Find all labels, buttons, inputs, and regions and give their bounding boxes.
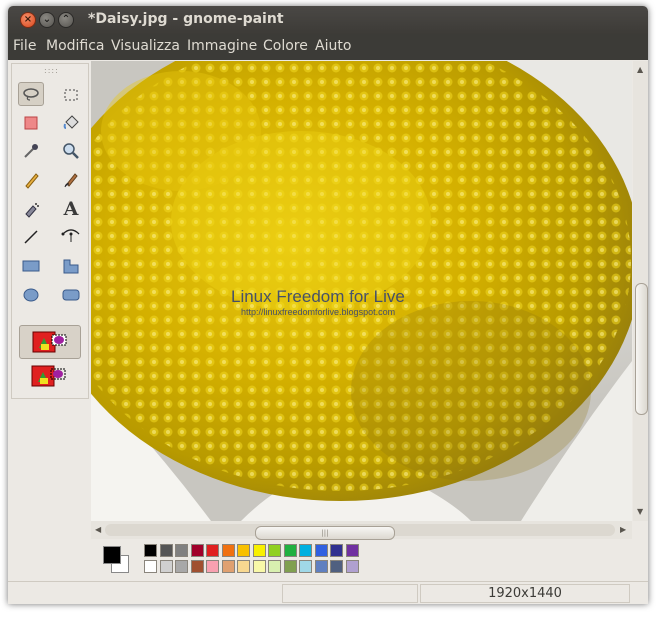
color-swatch[interactable] bbox=[159, 544, 173, 557]
color-swatch[interactable] bbox=[159, 560, 173, 573]
shape-fill-option[interactable] bbox=[19, 360, 79, 392]
color-swatch[interactable] bbox=[345, 560, 359, 573]
color-swatch[interactable] bbox=[237, 544, 250, 557]
color-palette bbox=[98, 541, 398, 579]
color-swatch[interactable] bbox=[206, 544, 219, 557]
watermark-title: Linux Freedom for Live bbox=[231, 287, 405, 306]
menu-modifica[interactable]: Modifica bbox=[46, 38, 105, 54]
rect-select-icon[interactable] bbox=[58, 83, 84, 107]
maximize-icon[interactable]: ⌃ bbox=[58, 12, 74, 28]
color-swatch[interactable] bbox=[330, 544, 343, 557]
color-swatch[interactable] bbox=[144, 560, 157, 573]
menu-immagine[interactable]: Immagine bbox=[187, 38, 257, 54]
color-swatch[interactable] bbox=[299, 560, 312, 573]
ellipse-icon[interactable] bbox=[18, 283, 44, 307]
color-swatch[interactable] bbox=[206, 560, 219, 573]
horizontal-scrollbar[interactable]: ◀ ||| ▶ bbox=[91, 521, 632, 540]
scroll-right-icon[interactable]: ▶ bbox=[620, 525, 626, 534]
color-swatch[interactable] bbox=[283, 560, 297, 573]
color-swatch[interactable] bbox=[314, 560, 328, 573]
pencil-icon[interactable] bbox=[18, 168, 44, 192]
color-picker-icon[interactable] bbox=[18, 139, 44, 163]
title-bar[interactable]: × ⌄ ⌃ *Daisy.jpg - gnome-paint bbox=[8, 6, 648, 34]
color-swatch[interactable] bbox=[330, 560, 343, 573]
color-swatch[interactable] bbox=[237, 560, 250, 573]
scroll-down-icon[interactable]: ▼ bbox=[637, 507, 643, 516]
color-swatch[interactable] bbox=[299, 544, 312, 557]
color-swatch[interactable] bbox=[175, 560, 188, 573]
menu-visualizza[interactable]: Visualizza bbox=[111, 38, 180, 54]
eraser-icon[interactable] bbox=[18, 111, 44, 135]
color-swatch[interactable] bbox=[190, 560, 204, 573]
color-swatch[interactable] bbox=[268, 544, 281, 557]
color-swatch[interactable] bbox=[283, 544, 297, 557]
color-swatch[interactable] bbox=[221, 544, 235, 557]
vertical-scrollbar[interactable]: ▲ ▼ bbox=[633, 61, 648, 521]
image-dimensions: 1920x1440 bbox=[420, 584, 630, 603]
toolbox-grip[interactable]: :::: bbox=[44, 66, 59, 75]
vertical-scroll-thumb[interactable] bbox=[635, 283, 648, 415]
horizontal-scroll-track[interactable]: ||| bbox=[105, 524, 615, 540]
zoom-icon[interactable] bbox=[58, 139, 84, 163]
fill-bucket-icon[interactable] bbox=[58, 111, 84, 135]
color-swatch[interactable] bbox=[314, 544, 328, 557]
color-swatch[interactable] bbox=[252, 544, 266, 557]
toolbox: :::: A bbox=[11, 63, 89, 399]
color-swatch[interactable] bbox=[252, 560, 266, 573]
menu-aiuto[interactable]: Aiuto bbox=[315, 38, 351, 54]
menu-file[interactable]: File bbox=[13, 38, 36, 54]
rounded-rect-icon[interactable] bbox=[58, 283, 84, 307]
foreground-color[interactable] bbox=[103, 546, 121, 564]
window-title: *Daisy.jpg - gnome-paint bbox=[88, 11, 284, 27]
color-swatch[interactable] bbox=[268, 560, 281, 573]
shape-outline-fill-option[interactable] bbox=[19, 325, 81, 359]
line-icon[interactable] bbox=[18, 225, 44, 249]
curve-icon[interactable] bbox=[58, 225, 84, 249]
airbrush-icon[interactable] bbox=[18, 197, 44, 221]
menu-bar: File Modifica Visualizza Immagine Colore… bbox=[8, 34, 648, 60]
watermark-url: http://linuxfreedomforlive.blogspot.com bbox=[241, 307, 396, 317]
color-swatch[interactable] bbox=[175, 544, 188, 557]
polygon-icon[interactable] bbox=[58, 254, 84, 278]
color-swatch[interactable] bbox=[144, 544, 157, 557]
color-swatch[interactable] bbox=[221, 560, 235, 573]
paintbrush-icon[interactable] bbox=[58, 168, 84, 192]
horizontal-scroll-thumb[interactable]: ||| bbox=[255, 526, 395, 540]
color-swatch[interactable] bbox=[190, 544, 204, 557]
status-bar: 1920x1440 bbox=[8, 581, 648, 604]
menu-colore[interactable]: Colore bbox=[263, 38, 308, 54]
scroll-up-icon[interactable]: ▲ bbox=[637, 65, 643, 74]
rectangle-icon[interactable] bbox=[18, 254, 44, 278]
app-window: × ⌄ ⌃ *Daisy.jpg - gnome-paint File Modi… bbox=[8, 6, 648, 604]
lasso-select-icon[interactable] bbox=[18, 82, 44, 106]
scroll-left-icon[interactable]: ◀ bbox=[95, 525, 101, 534]
color-swatch[interactable] bbox=[345, 544, 359, 557]
image-canvas[interactable]: Linux Freedom for Live http://linuxfreed… bbox=[91, 61, 632, 521]
text-icon[interactable]: A bbox=[58, 197, 84, 221]
close-icon[interactable]: × bbox=[20, 12, 36, 28]
minimize-icon[interactable]: ⌄ bbox=[39, 12, 55, 28]
status-cell-1 bbox=[282, 584, 418, 603]
